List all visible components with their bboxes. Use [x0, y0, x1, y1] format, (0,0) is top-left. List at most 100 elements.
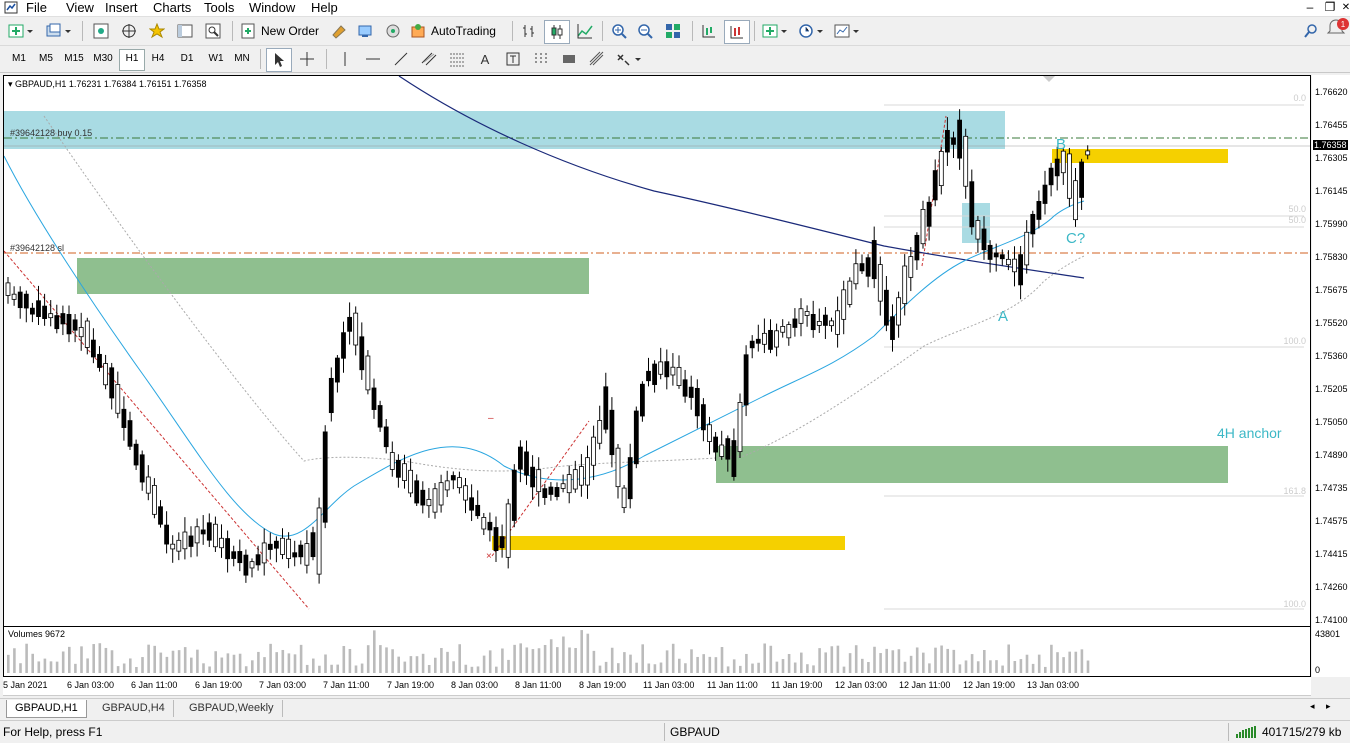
search-icon[interactable]: [1300, 20, 1322, 42]
volume-bar: [470, 666, 474, 673]
tabs-scroll-left-icon[interactable]: ◂: [1310, 701, 1315, 712]
crosshair-tool-icon[interactable]: [296, 48, 318, 70]
notifications-icon[interactable]: 1: [1326, 18, 1350, 40]
gann-tool-icon[interactable]: [586, 48, 608, 70]
volume-bar: [37, 661, 41, 673]
menu-view[interactable]: View: [62, 0, 98, 16]
chart-shift-icon[interactable]: [698, 20, 720, 42]
timeframe-d1[interactable]: D1: [175, 49, 199, 69]
vertical-line-tool-icon[interactable]: [334, 48, 356, 70]
tabs-scroll-right-icon[interactable]: ▸: [1326, 701, 1331, 712]
trendline-tool-icon[interactable]: [390, 48, 412, 70]
timeframe-h1[interactable]: H1: [119, 49, 145, 71]
volume-bar: [263, 657, 266, 673]
candle-body: [109, 367, 115, 399]
volume-bar: [403, 661, 407, 673]
profiles-button[interactable]: [44, 20, 74, 42]
candle-body: [658, 361, 664, 375]
zoom-out-icon[interactable]: [634, 20, 656, 42]
equidistant-channel-tool-icon[interactable]: [418, 48, 440, 70]
menu-insert[interactable]: Insert: [101, 0, 142, 16]
chart-shift-marker[interactable]: [1043, 76, 1055, 82]
indicators-button[interactable]: [760, 20, 790, 42]
timeframe-m30[interactable]: M30: [91, 49, 115, 69]
market-watch-icon[interactable]: [90, 20, 112, 42]
timeframe-w1[interactable]: W1: [204, 49, 228, 69]
bar-chart-icon[interactable]: [518, 20, 540, 42]
signals-icon[interactable]: [354, 20, 376, 42]
volume-bar: [434, 657, 437, 673]
time-label: 11 Jan 11:00: [707, 680, 758, 690]
volume-bar: [617, 663, 620, 673]
candle-body: [23, 293, 29, 309]
candle-body: [475, 504, 481, 517]
text-label-tool-icon[interactable]: [502, 48, 524, 70]
tab-gbpaud-h4[interactable]: GBPAUD,H4: [94, 700, 174, 717]
volume-bar: [641, 644, 644, 673]
candlestick-chart-icon[interactable]: [544, 20, 570, 44]
cursor-tool-icon[interactable]: [266, 48, 292, 72]
templates-button[interactable]: [832, 20, 862, 42]
time-label: 7 Jan 03:00: [259, 680, 307, 690]
time-label: 6 Jan 11:00: [131, 680, 178, 690]
autoscroll-icon[interactable]: [724, 20, 750, 44]
line-chart-icon[interactable]: [574, 20, 596, 42]
timeframe-h4[interactable]: H4: [146, 49, 170, 69]
menu-charts[interactable]: Charts: [149, 0, 195, 16]
timeframe-m1[interactable]: M1: [7, 49, 31, 69]
rectangle-tool-icon[interactable]: [558, 48, 580, 70]
tab-gbpaud-h1[interactable]: GBPAUD,H1: [6, 700, 87, 718]
volume-bar: [153, 645, 156, 673]
candle-body: [780, 326, 786, 333]
annotation-a: A: [998, 308, 1009, 325]
menu-help[interactable]: Help: [307, 0, 342, 16]
more-tools-button[interactable]: [614, 48, 644, 70]
tab-gbpaud-weekly[interactable]: GBPAUD,Weekly: [181, 700, 283, 717]
horizontal-line-tool-icon[interactable]: [362, 48, 384, 70]
candle-body: [743, 354, 749, 406]
autotrading-button[interactable]: AutoTrading: [410, 20, 504, 42]
text-tool-icon[interactable]: A: [474, 48, 496, 70]
metaeditor-icon[interactable]: [328, 20, 350, 42]
terminal-icon[interactable]: [174, 20, 196, 42]
volume-bar: [86, 658, 89, 673]
chart-collapse-icon[interactable]: ▾: [8, 79, 15, 89]
menu-file[interactable]: File: [22, 0, 51, 16]
fibonacci-tool-icon[interactable]: [446, 48, 468, 70]
new-chart-button[interactable]: [6, 20, 36, 42]
timeframe-mn[interactable]: MN: [230, 49, 254, 69]
connection-status-icon[interactable]: [1236, 725, 1258, 739]
annotation-c: C?: [1066, 230, 1086, 247]
menu-window[interactable]: Window: [245, 0, 299, 16]
candle-body: [768, 329, 773, 350]
volume-bar: [312, 658, 315, 673]
menu-tools[interactable]: Tools: [200, 0, 238, 16]
candle-body: [829, 320, 834, 327]
timeframe-m5[interactable]: M5: [34, 49, 58, 69]
minimize-icon[interactable]: –: [1300, 0, 1320, 16]
volume-bar: [739, 665, 742, 673]
strategy-tester-icon[interactable]: [202, 20, 224, 42]
tile-windows-icon[interactable]: [662, 20, 684, 42]
radio-icon[interactable]: [382, 20, 404, 42]
volume-bar: [714, 657, 718, 673]
volume-bar: [202, 663, 205, 673]
candle-body: [310, 532, 316, 558]
price-label: 1.74415: [1315, 549, 1348, 559]
volume-bar: [446, 651, 449, 673]
navigator-icon[interactable]: [146, 20, 168, 42]
zoom-in-icon[interactable]: [608, 20, 630, 42]
data-window-icon[interactable]: [118, 20, 140, 42]
arrows-tool-icon[interactable]: [530, 48, 552, 70]
candle-body: [341, 332, 346, 359]
close-icon[interactable]: ✕: [1336, 0, 1350, 16]
volume-bar: [519, 643, 522, 673]
periods-button[interactable]: [796, 20, 826, 42]
timeframe-m15[interactable]: M15: [62, 49, 86, 69]
volumes-panel[interactable]: Volumes 9672: [3, 627, 1311, 677]
new-order-button[interactable]: New Order: [240, 20, 324, 42]
candle-body: [755, 338, 761, 344]
candle-body: [182, 531, 188, 550]
price-chart[interactable]: – × ▾ GBPAUD,H1 1.76231 1.76384 1.76151 …: [3, 75, 1311, 627]
candle-body: [804, 311, 810, 316]
